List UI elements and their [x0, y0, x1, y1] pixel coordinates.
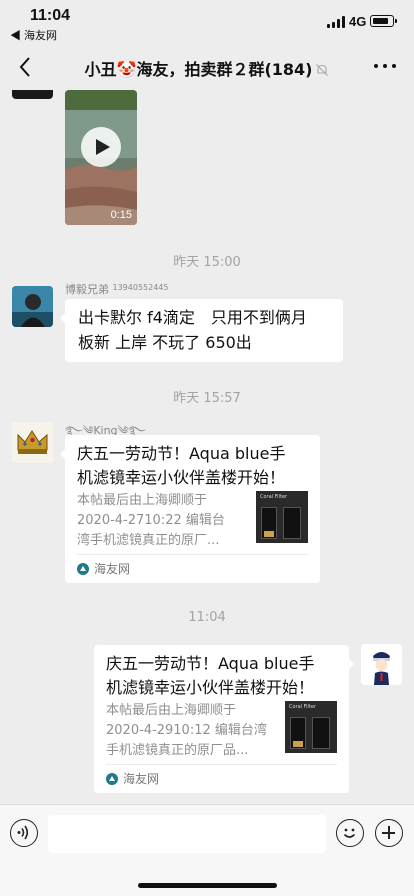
source-icon	[77, 563, 89, 575]
chat-area[interactable]: 0:15 昨天 15:00 博毅兄弟 13940552445 出卡默尔 f4滴定…	[0, 90, 414, 804]
link-desc-line: 2020-4-2910:12 编辑台湾	[106, 723, 267, 738]
source-icon	[106, 773, 118, 785]
message-input[interactable]	[48, 815, 326, 853]
link-source: 海友网	[106, 770, 159, 787]
link-title-line: 机滤镜幸运小伙伴盖楼开始！	[77, 468, 286, 487]
signal-icon	[327, 16, 345, 28]
link-desc-line: 2020-4-2710:22 编辑台	[77, 513, 225, 528]
battery-icon	[370, 15, 397, 27]
status-time: 11:04	[30, 7, 71, 24]
link-desc-line: 手机滤镜真正的原厂品...	[106, 743, 249, 758]
voice-input-button[interactable]	[10, 819, 38, 847]
sender-name: 博毅兄弟 13940552445	[65, 281, 169, 297]
video-duration: 0:15	[110, 209, 132, 221]
link-desc-line: 湾手机滤镜真正的原厂...	[77, 533, 220, 548]
input-bar	[0, 804, 414, 896]
link-title-line: 庆五一劳动节！Aqua blue手	[77, 444, 286, 463]
voice-icon	[17, 825, 29, 840]
message-text-line: 板新 上岸 不玩了 650出	[78, 333, 252, 352]
link-card-message[interactable]: 庆五一劳动节！Aqua blue手 机滤镜幸运小伙伴盖楼开始！ 本帖最后由上海卿…	[94, 645, 354, 793]
my-avatar[interactable]	[361, 644, 402, 685]
link-source-text: 海友网	[94, 562, 131, 576]
timestamp: 昨天 15:00	[173, 255, 241, 270]
crown-avatar-image	[12, 422, 53, 463]
chat-title-text: 小丑🤡海友，拍卖群２群(184)	[84, 60, 313, 79]
sender-avatar[interactable]	[12, 422, 53, 463]
link-thumbnail: Coral Filter	[285, 701, 337, 753]
link-source-text: 海友网	[123, 772, 160, 786]
link-card-message[interactable]: 庆五一劳动节！Aqua blue手 机滤镜幸运小伙伴盖楼开始！ 本帖最后由上海卿…	[60, 435, 320, 583]
emoji-icon	[343, 828, 356, 838]
link-desc-line: 本帖最后由上海卿顺于	[106, 703, 237, 718]
link-source: 海友网	[77, 560, 130, 577]
status-bar: 11:04 ◀ 海友网 4G	[0, 0, 414, 44]
video-message[interactable]: 0:15	[65, 90, 137, 225]
chat-title: 小丑🤡海友，拍卖群２群(184)	[58, 56, 356, 80]
emoji-button[interactable]	[336, 819, 364, 847]
back-button[interactable]	[14, 52, 40, 82]
police-avatar-image	[361, 644, 402, 685]
bell-mute-icon	[316, 64, 329, 76]
play-button[interactable]	[81, 127, 121, 167]
sender-phone: 13940552445	[112, 283, 169, 292]
link-title-line: 庆五一劳动节！Aqua blue手	[106, 654, 315, 673]
sender-avatar[interactable]	[12, 90, 53, 99]
link-thumbnail: Coral Filter	[256, 491, 308, 543]
link-desc-line: 本帖最后由上海卿顺于	[77, 493, 208, 508]
message-text-line: 出卡默尔 f4滴定 只用不到俩月	[78, 308, 307, 327]
more-options-button[interactable]	[370, 56, 400, 76]
timestamp: 昨天 15:57	[173, 391, 241, 406]
sender-name-text: 博毅兄弟	[65, 283, 109, 296]
home-indicator[interactable]	[138, 883, 277, 888]
thumbnail-label: Coral Filter	[260, 494, 288, 500]
link-title-line: 机滤镜幸运小伙伴盖楼开始！	[106, 678, 315, 697]
timestamp: 11:04	[188, 610, 226, 625]
play-icon	[96, 139, 110, 155]
thumbnail-label: Coral Filter	[289, 704, 317, 710]
chat-header: 小丑🤡海友，拍卖群２群(184)	[0, 44, 414, 90]
sender-avatar[interactable]	[12, 286, 53, 327]
chevron-left-icon	[19, 57, 30, 77]
text-message-bubble[interactable]: 出卡默尔 f4滴定 只用不到俩月 板新 上岸 不玩了 650出	[60, 299, 343, 362]
more-functions-button[interactable]	[375, 819, 403, 847]
network-type: 4G	[349, 14, 367, 29]
back-to-app-link[interactable]: ◀ 海友网	[10, 27, 57, 43]
avatar-image	[12, 286, 53, 327]
